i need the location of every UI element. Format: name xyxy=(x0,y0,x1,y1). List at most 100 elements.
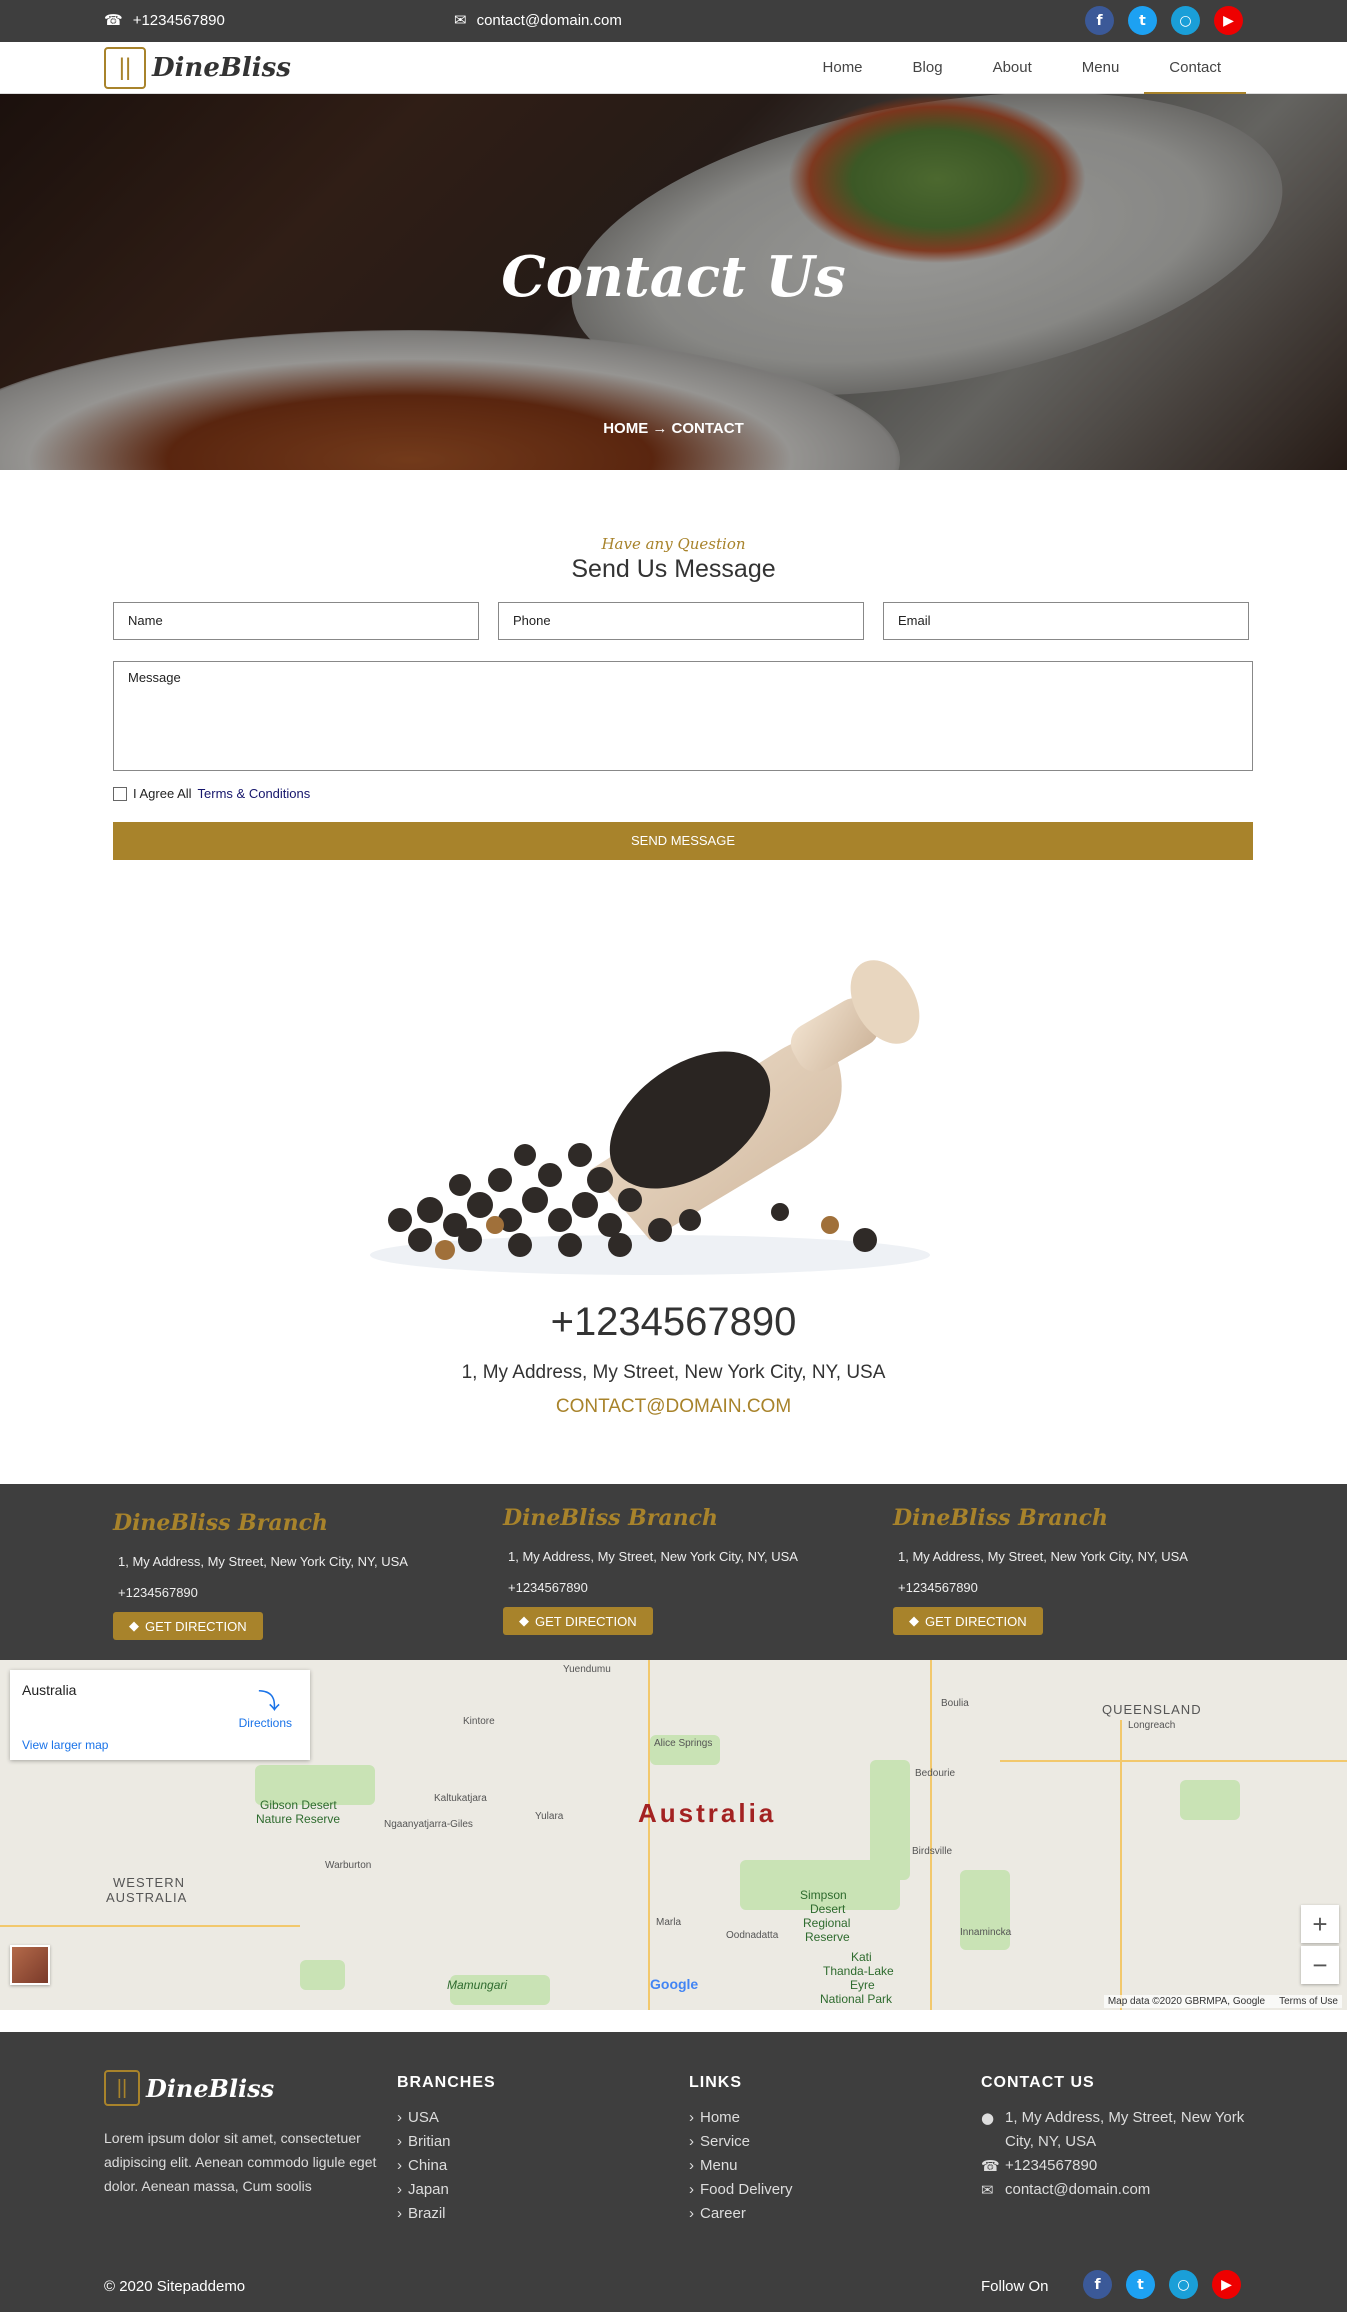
topbar-phone[interactable]: ☎ +1234567890 xyxy=(104,11,225,30)
terms-link[interactable]: Terms & Conditions xyxy=(198,786,311,801)
get-direction-label: GET DIRECTION xyxy=(925,1613,1027,1629)
nav-contact[interactable]: Contact xyxy=(1144,42,1246,94)
topbar-email[interactable]: ✉ contact@domain.com xyxy=(454,11,622,30)
directions-icon[interactable]: ⤵ xyxy=(258,1684,280,1716)
map-label: QUEENSLAND xyxy=(1102,1702,1202,1717)
footer-branch-link[interactable]: › Japan xyxy=(397,2178,496,2202)
direction-icon: ◆ xyxy=(519,1613,529,1628)
agree-checkbox[interactable] xyxy=(113,786,127,801)
footer-branch-link[interactable]: › USA xyxy=(397,2106,496,2130)
youtube-icon[interactable]: ▶ xyxy=(1214,6,1243,35)
direction-icon: ◆ xyxy=(909,1613,919,1628)
footer-link[interactable]: › Food Delivery xyxy=(689,2178,793,2202)
footer-branch-link[interactable]: › China xyxy=(397,2154,496,2178)
map-label: Yuendumu xyxy=(563,1664,611,1675)
get-direction-label: GET DIRECTION xyxy=(535,1613,637,1629)
branch-title: DineBliss Branch xyxy=(893,1505,1108,1531)
view-larger-map-link[interactable]: View larger map xyxy=(22,1738,108,1752)
footer-phone[interactable]: ☎ +1234567890 xyxy=(981,2154,1244,2178)
footer-address-line-2: City, NY, USA xyxy=(1005,2133,1097,2150)
navbar: || DineBliss Home Blog About Menu Contac… xyxy=(0,42,1347,94)
twitter-icon[interactable]: t xyxy=(1126,2270,1155,2299)
instagram-icon[interactable]: ○ xyxy=(1171,6,1200,35)
branch-card: DineBliss Branch 1, My Address, My Stree… xyxy=(113,1510,408,1640)
map-label: Kaltukatjara xyxy=(434,1793,487,1804)
map-label: AUSTRALIA xyxy=(106,1890,188,1905)
get-direction-button[interactable]: ◆ GET DIRECTION xyxy=(113,1612,263,1640)
mail-icon: ✉ xyxy=(454,12,467,29)
twitter-icon[interactable]: t xyxy=(1128,6,1157,35)
nav-blog[interactable]: Blog xyxy=(888,42,968,94)
peppercorn-scoop-image xyxy=(370,960,930,1275)
phone-icon: ☎ xyxy=(981,2157,1000,2175)
logo[interactable]: || DineBliss xyxy=(104,47,291,89)
hero-title: Contact Us xyxy=(501,244,846,310)
fork-knife-icon: || xyxy=(104,47,146,89)
directions-link[interactable]: Directions xyxy=(239,1716,292,1730)
branch-address: 1, My Address, My Street, New York City,… xyxy=(118,1554,408,1569)
phone-icon: ☎ xyxy=(104,12,123,29)
chevron-right-icon: › xyxy=(689,2133,694,2150)
footer-branches: BRANCHES › USA › Britian › China › Japan › Br… xyxy=(397,2074,496,2226)
direction-icon: ◆ xyxy=(129,1618,139,1633)
breadcrumb[interactable]: HOME → CONTACT xyxy=(0,420,1347,437)
nav-home[interactable]: Home xyxy=(798,42,888,94)
footer-contact-title: CONTACT US xyxy=(981,2074,1095,2091)
nav-menu[interactable]: Menu xyxy=(1057,42,1145,94)
map-label: Regional xyxy=(803,1916,851,1930)
footer-address: ● 1, My Address, My Street, New York xyxy=(981,2106,1244,2130)
message-textarea[interactable]: Message xyxy=(113,661,1253,771)
footer-branch-link[interactable]: › Brazil xyxy=(397,2202,496,2226)
map-terms-link[interactable]: Terms of Use xyxy=(1279,1996,1338,2007)
youtube-icon[interactable]: ▶ xyxy=(1212,2270,1241,2299)
agree-text: I Agree All xyxy=(133,786,192,801)
form-title: Send Us Message xyxy=(571,555,776,583)
map-attribution: Map data ©2020 GBRMPA, Google Terms of U… xyxy=(1103,1995,1342,2008)
email-input[interactable]: Email xyxy=(883,602,1249,640)
branch-phone: +1234567890 xyxy=(118,1585,198,1600)
google-map[interactable]: Australia ⤵ Directions View larger map A… xyxy=(0,1660,1347,2010)
chevron-right-icon: › xyxy=(397,2181,402,2198)
map-label: Alice Springs xyxy=(654,1738,713,1749)
instagram-icon[interactable]: ○ xyxy=(1169,2270,1198,2299)
footer-link[interactable]: › Service xyxy=(689,2130,793,2154)
phone-input[interactable]: Phone xyxy=(498,602,864,640)
send-message-button[interactable]: SEND MESSAGE xyxy=(113,822,1253,860)
facebook-icon[interactable]: f xyxy=(1085,6,1114,35)
footer-link[interactable]: › Career xyxy=(689,2202,793,2226)
map-satellite-toggle[interactable] xyxy=(10,1945,50,1985)
zoom-out-button[interactable]: − xyxy=(1301,1946,1339,1984)
facebook-icon[interactable]: f xyxy=(1083,2270,1112,2299)
zoom-in-button[interactable]: + xyxy=(1301,1905,1339,1943)
footer-link[interactable]: › Menu xyxy=(689,2154,793,2178)
branch-title: DineBliss Branch xyxy=(503,1505,718,1531)
copyright: © 2020 Sitepaddemo xyxy=(104,2278,246,2295)
footer-link[interactable]: › Home xyxy=(689,2106,793,2130)
branch-card: DineBliss Branch 1, My Address, My Stree… xyxy=(893,1505,1188,1635)
map-label: Marla xyxy=(656,1917,682,1928)
footer-links-title: LINKS xyxy=(689,2074,742,2091)
chevron-right-icon: › xyxy=(689,2181,694,2198)
branches-section: DineBliss Branch 1, My Address, My Stree… xyxy=(0,1484,1347,1660)
footer: || DineBliss Lorem ipsum dolor sit amet,… xyxy=(0,2032,1347,2312)
map-label: Yulara xyxy=(535,1811,564,1822)
footer-social: f t ○ ▶ xyxy=(1083,2270,1241,2299)
map-place-name: Australia xyxy=(22,1682,77,1698)
get-direction-button[interactable]: ◆ GET DIRECTION xyxy=(503,1607,653,1635)
footer-description: Lorem ipsum dolor sit amet, consectetuer… xyxy=(104,2130,377,2194)
chevron-right-icon: › xyxy=(397,2133,402,2150)
get-direction-button[interactable]: ◆ GET DIRECTION xyxy=(893,1607,1043,1635)
branch-address: 1, My Address, My Street, New York City,… xyxy=(508,1549,798,1564)
footer-logo[interactable]: || DineBliss xyxy=(104,2070,274,2106)
name-input[interactable]: Name xyxy=(113,602,479,640)
nav-about[interactable]: About xyxy=(968,42,1057,94)
footer-branch-link[interactable]: › Britian xyxy=(397,2130,496,2154)
contact-email[interactable]: CONTACT@DOMAIN.COM xyxy=(0,1396,1347,1418)
contact-phone[interactable]: +1234567890 xyxy=(0,1300,1347,1345)
map-label: Longreach xyxy=(1128,1720,1176,1731)
mail-icon: ✉ xyxy=(981,2181,994,2199)
map-info-card: Australia ⤵ Directions View larger map xyxy=(10,1670,310,1760)
topbar-email-text: contact@domain.com xyxy=(476,11,622,29)
map-label: Warburton xyxy=(325,1860,372,1871)
footer-email[interactable]: ✉ contact@domain.com xyxy=(981,2178,1244,2202)
